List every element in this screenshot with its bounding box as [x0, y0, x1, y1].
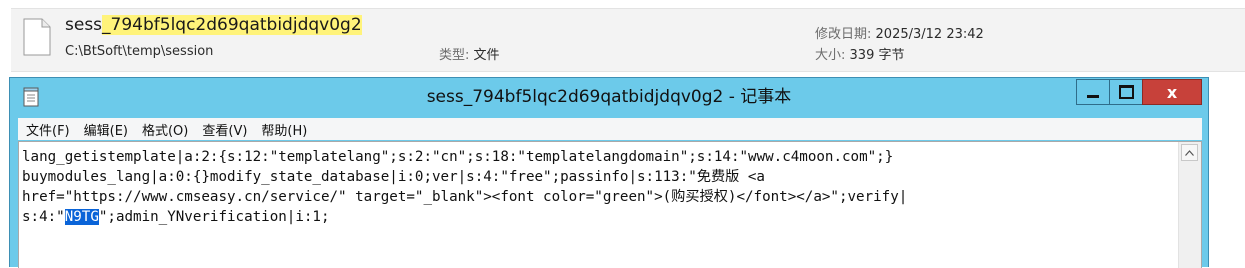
text-editor[interactable]: lang_getistemplate|a:2:{s:12:"templatela…: [18, 141, 1202, 268]
file-type-label: 类型:: [439, 48, 470, 63]
selected-text[interactable]: N9TG: [64, 209, 99, 225]
content-line-4-before: s:4:": [22, 209, 65, 225]
menu-bar: 文件(F) 编辑(E) 格式(O) 查看(V) 帮助(H): [18, 118, 1202, 140]
modified-date-value: 2025/3/12 23:42: [875, 27, 984, 42]
modified-date: 修改日期: 2025/3/12 23:42: [815, 23, 984, 42]
close-button[interactable]: x: [1142, 79, 1202, 105]
maximize-button[interactable]: [1109, 79, 1143, 105]
file-type: 类型: 文件: [439, 44, 500, 63]
maximize-icon: [1118, 85, 1134, 99]
minimize-button[interactable]: [1076, 79, 1110, 105]
search-result-row[interactable]: sess_794bf5lqc2d69qatbidjdqv0g2 C:\BtSof…: [11, 8, 1245, 72]
editor-content[interactable]: lang_getistemplate|a:2:{s:12:"templatela…: [22, 147, 1172, 227]
file-size-label: 大小:: [815, 48, 846, 63]
content-line-4-after: ";admin_YNverification|i:1;: [98, 209, 330, 225]
content-line-3: href="https://www.cmseasy.cn/service/" t…: [22, 189, 908, 205]
file-size-value: 339 字节: [849, 48, 905, 63]
scroll-up-button[interactable]: [1181, 144, 1198, 161]
menu-edit[interactable]: 编辑(E): [76, 120, 134, 139]
menu-help[interactable]: 帮助(H): [253, 120, 313, 139]
menu-format[interactable]: 格式(O): [134, 120, 194, 139]
scroll-up-arrow-icon: [1185, 149, 1194, 156]
vertical-scrollbar[interactable]: [1178, 142, 1201, 268]
content-line-1: lang_getistemplate|a:2:{s:12:"templatela…: [22, 149, 894, 165]
menu-view[interactable]: 查看(V): [194, 120, 253, 139]
file-name-highlight: _794bf5lqc2d69qatbidjdqv0g2: [102, 15, 362, 35]
modified-date-label: 修改日期:: [815, 27, 872, 42]
content-line-2: buymodules_lang|a:0:{}modify_state_datab…: [22, 169, 765, 185]
notepad-window: sess_794bf5lqc2d69qatbidjdqv0g2 - 记事本 x …: [9, 77, 1209, 268]
file-icon: [23, 18, 51, 56]
minimize-icon: [1087, 94, 1099, 98]
window-title: sess_794bf5lqc2d69qatbidjdqv0g2 - 记事本: [426, 87, 792, 107]
menu-file[interactable]: 文件(F): [18, 120, 76, 139]
close-icon: x: [1166, 82, 1178, 102]
file-name[interactable]: sess_794bf5lqc2d69qatbidjdqv0g2: [65, 15, 362, 35]
file-name-prefix: sess: [65, 15, 103, 35]
file-path: C:\BtSoft\temp\session: [65, 44, 214, 59]
file-size: 大小: 339 字节: [815, 44, 904, 63]
file-type-value: 文件: [473, 48, 500, 63]
